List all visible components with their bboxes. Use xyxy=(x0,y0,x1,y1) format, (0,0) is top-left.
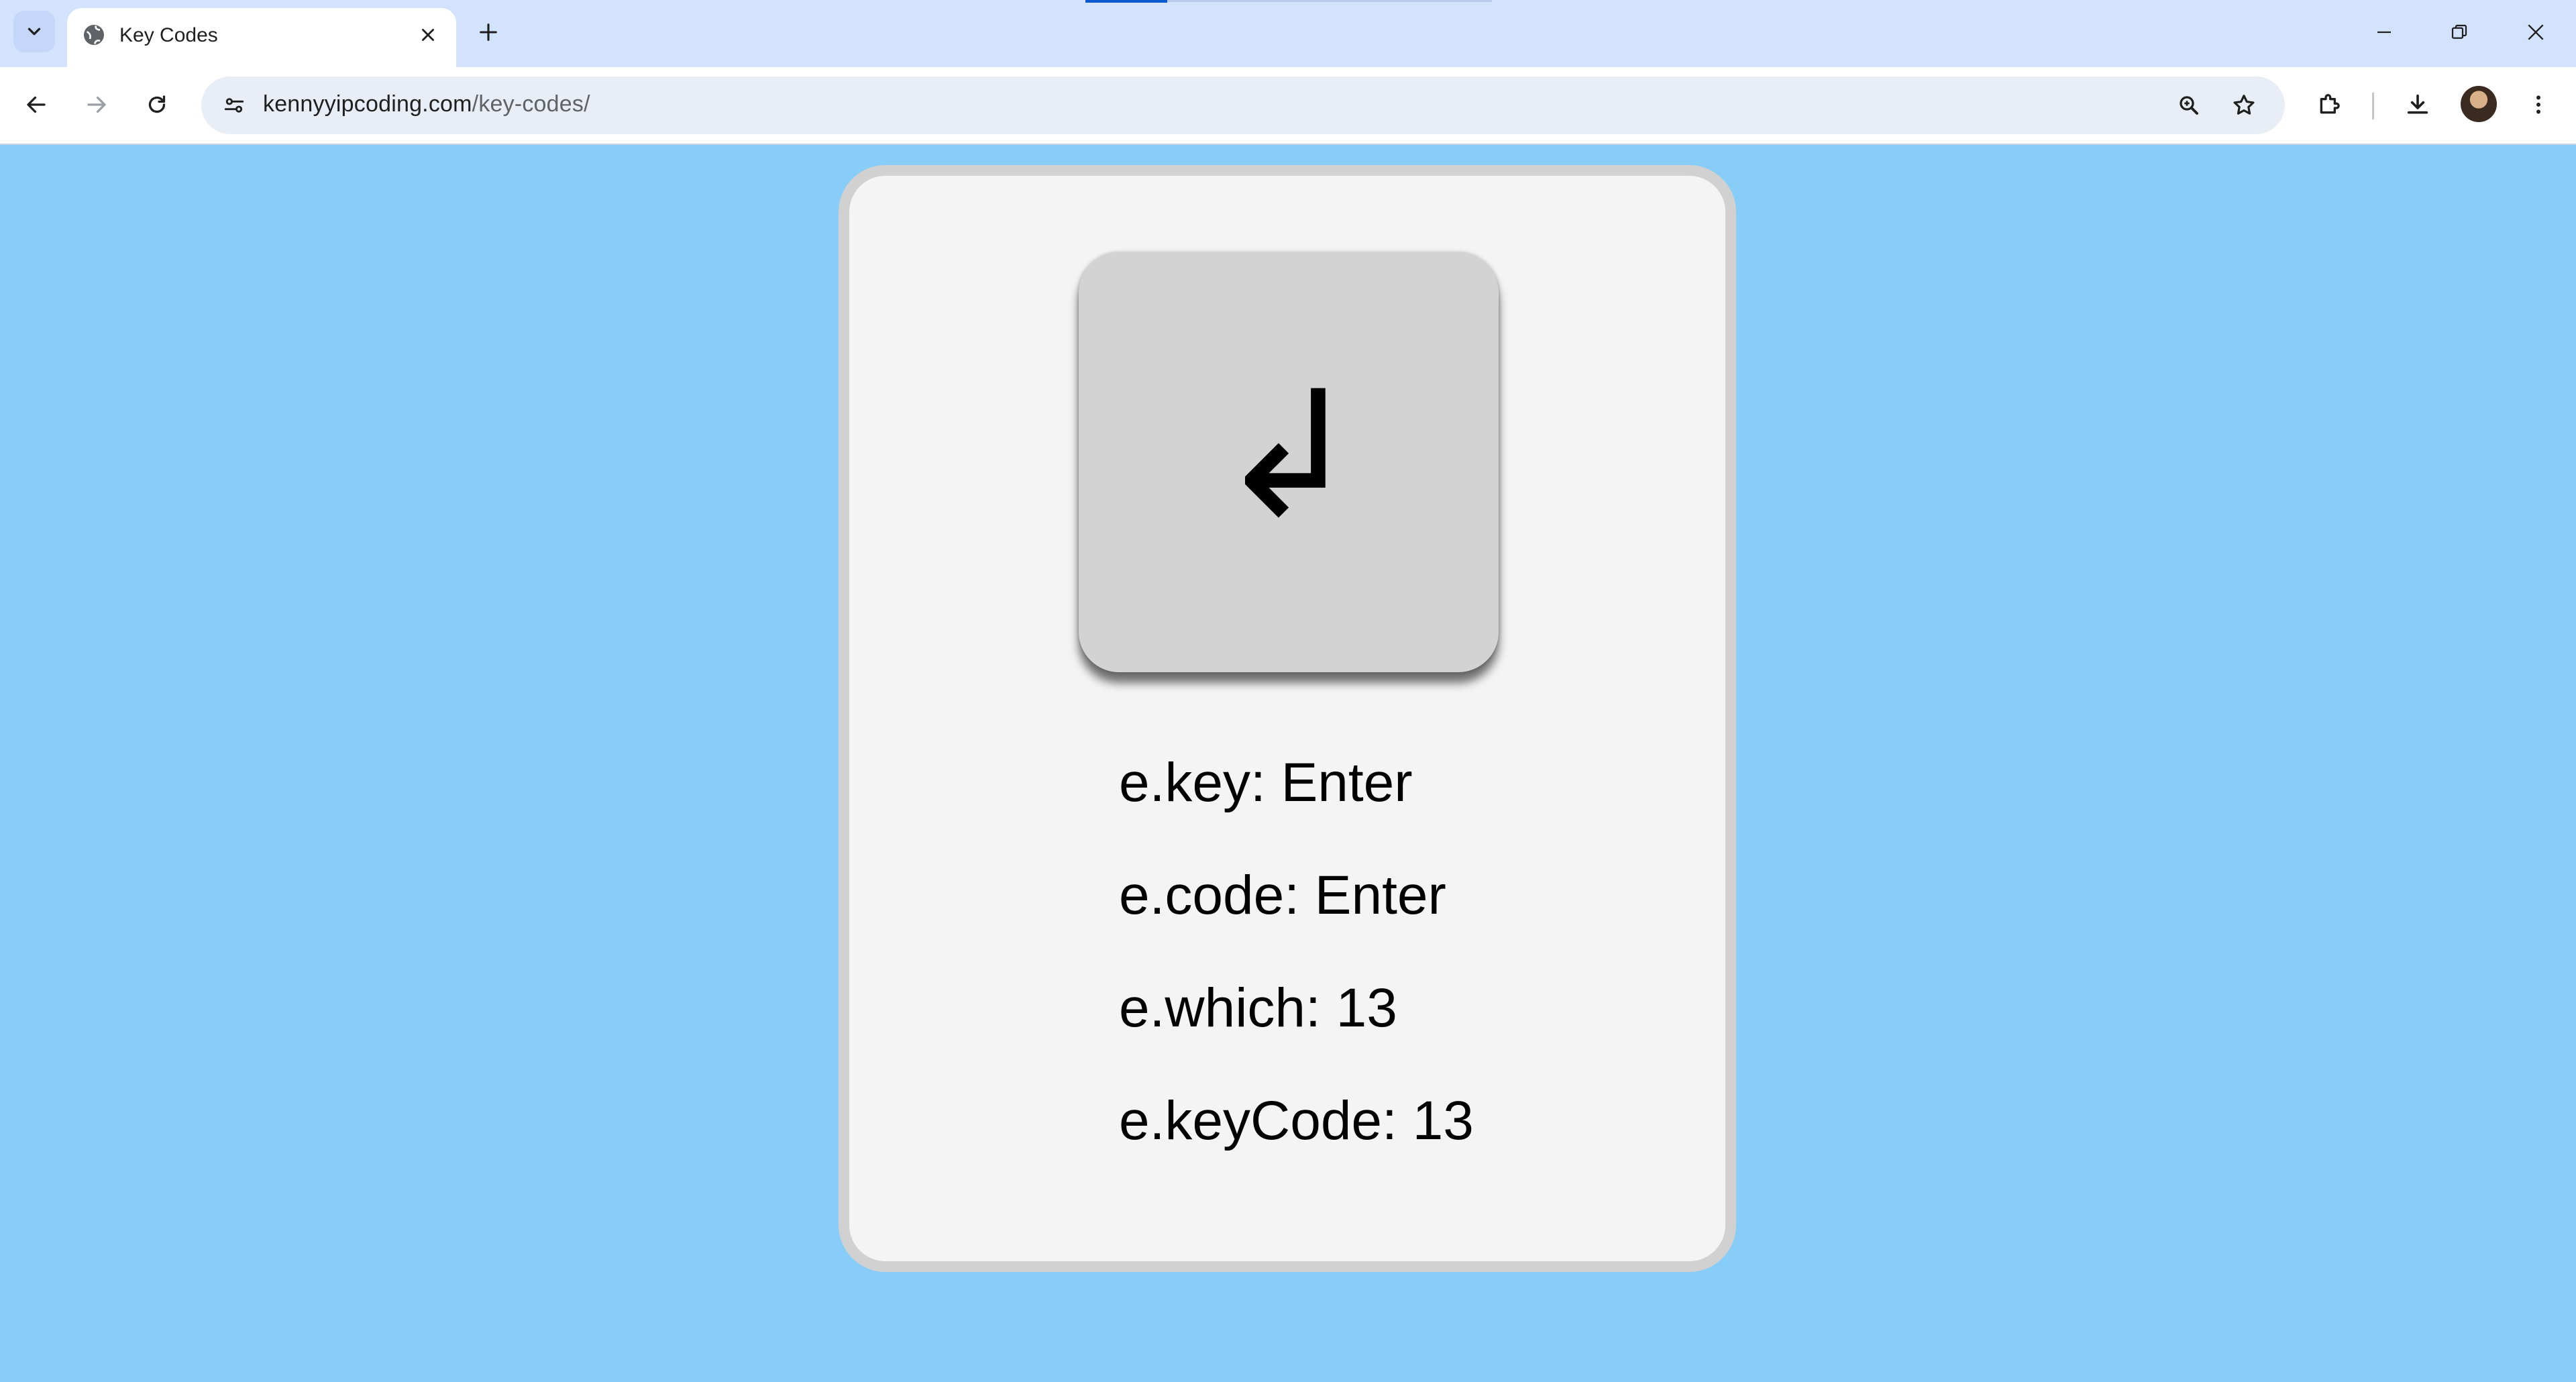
tab-search-button[interactable] xyxy=(13,11,55,52)
e-keycode-label: e.keyCode: xyxy=(1119,1090,1413,1151)
loading-track xyxy=(1167,0,1492,2)
chevron-down-icon xyxy=(28,28,41,36)
e-keycode-value: 13 xyxy=(1412,1090,1474,1151)
e-which-label: e.which: xyxy=(1119,977,1336,1039)
e-code-label: e.code: xyxy=(1119,865,1315,926)
toolbar-separator xyxy=(2372,93,2374,119)
key-info-card: ↲ e.key: Enter e.code: Enter e.which: 13… xyxy=(839,165,1736,1272)
back-icon xyxy=(27,96,46,113)
url-text: kennyyipcoding.com/key-codes/ xyxy=(263,91,590,117)
e-which-line: e.which: 13 xyxy=(1119,977,1397,1040)
tab-key-codes[interactable]: Key Codes xyxy=(67,8,456,67)
url-host: kennyyipcoding.com xyxy=(263,91,472,117)
site-info-button[interactable] xyxy=(213,85,255,126)
extensions-icon xyxy=(2320,94,2340,114)
menu-icon xyxy=(2536,95,2540,114)
minimize-icon xyxy=(2377,31,2391,34)
e-which-value: 13 xyxy=(1336,977,1397,1039)
forward-icon xyxy=(87,96,106,113)
zoom-icon xyxy=(2180,96,2198,115)
tab-close-button[interactable] xyxy=(415,21,441,48)
enter-key-icon: ↲ xyxy=(1216,354,1362,557)
downloads-button[interactable] xyxy=(2396,83,2439,126)
url-path: /key-codes/ xyxy=(472,91,590,117)
address-bar[interactable]: kennyyipcoding.com/key-codes/ xyxy=(201,76,2285,134)
window-close-button[interactable] xyxy=(2516,13,2556,51)
menu-button[interactable] xyxy=(2517,83,2560,126)
tab-title: Key Codes xyxy=(119,24,218,46)
reload-icon xyxy=(148,95,166,113)
new-tab-button[interactable] xyxy=(470,13,507,51)
e-keycode-line: e.keyCode: 13 xyxy=(1119,1089,1474,1153)
globe-icon xyxy=(82,23,106,47)
zoom-button[interactable] xyxy=(2169,86,2208,125)
e-key-value: Enter xyxy=(1281,752,1413,813)
reload-button[interactable] xyxy=(136,83,178,126)
minimize-button[interactable] xyxy=(2364,13,2404,51)
window-close-icon xyxy=(2528,24,2544,40)
e-code-line: e.code: Enter xyxy=(1119,864,1446,927)
keycap: ↲ xyxy=(1079,252,1499,672)
back-button[interactable] xyxy=(15,83,58,126)
e-key-line: e.key: Enter xyxy=(1119,751,1413,814)
browser-chrome: Key Codes kennyyipcoding.com/key-codes/ xyxy=(0,0,2576,145)
loading-indicator xyxy=(1085,0,1167,3)
e-code-value: Enter xyxy=(1314,865,1446,926)
toolbar: kennyyipcoding.com/key-codes/ xyxy=(0,67,2576,145)
bookmark-button[interactable] xyxy=(2224,86,2263,125)
download-icon xyxy=(2407,94,2428,114)
star-icon xyxy=(2233,95,2255,115)
avatar[interactable] xyxy=(2461,86,2497,122)
site-info-icon xyxy=(224,98,244,113)
page-viewport: ↲ e.key: Enter e.code: Enter e.which: 13… xyxy=(0,145,2576,1382)
restore-icon xyxy=(2451,24,2467,39)
plus-icon xyxy=(480,23,497,41)
e-key-label: e.key: xyxy=(1119,752,1281,813)
forward-button[interactable] xyxy=(75,83,118,126)
close-icon xyxy=(422,29,434,41)
tab-strip: Key Codes xyxy=(0,0,2576,67)
extensions-button[interactable] xyxy=(2308,83,2351,126)
restore-button[interactable] xyxy=(2439,13,2479,51)
